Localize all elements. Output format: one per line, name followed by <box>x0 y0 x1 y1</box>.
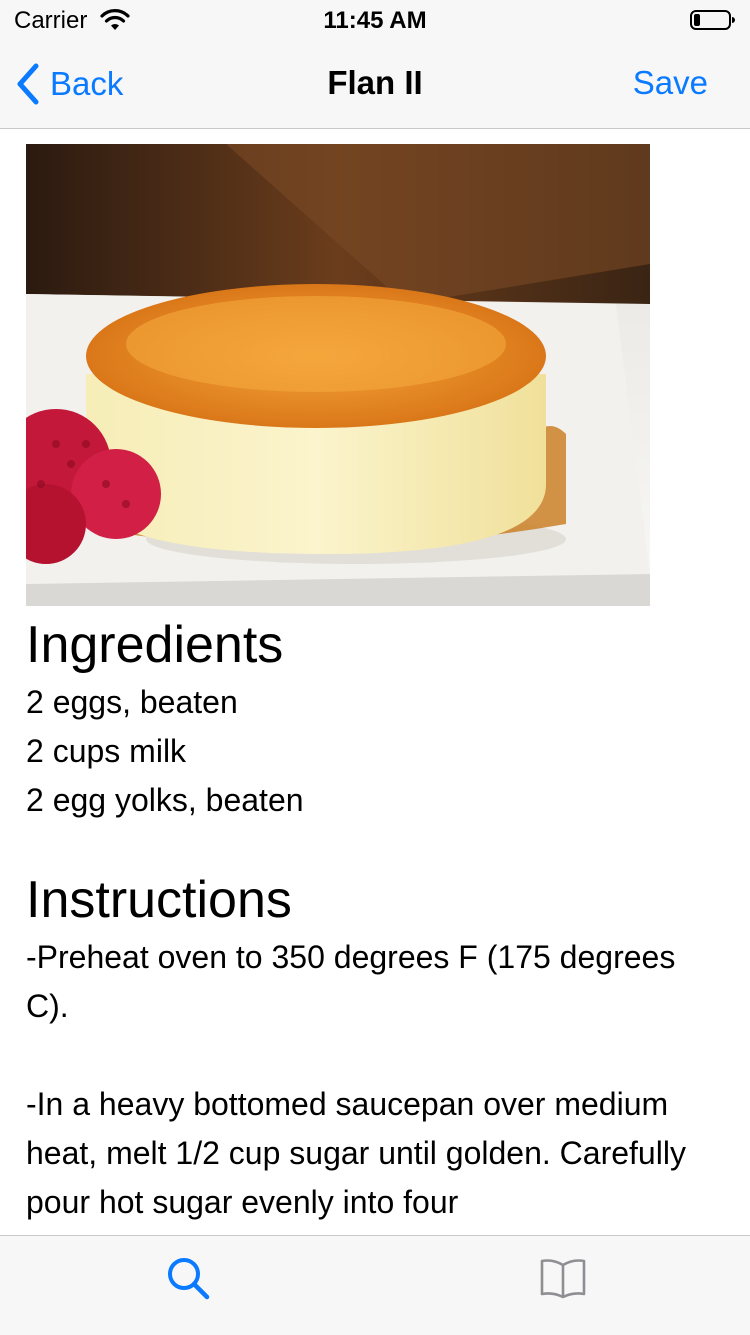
instruction-step: -Preheat oven to 350 degrees F (175 degr… <box>26 939 676 1024</box>
ingredient-item: 2 egg yolks, beaten <box>26 782 304 818</box>
book-icon[interactable] <box>539 1256 587 1300</box>
save-button[interactable]: Save <box>633 64 708 102</box>
instructions-heading: Instructions <box>26 871 292 929</box>
instruction-step: -In a heavy bottomed saucepan over mediu… <box>26 1086 686 1220</box>
ingredients-heading: Ingredients <box>26 616 284 674</box>
ingredient-item: 2 eggs, beaten <box>26 684 238 720</box>
tab-bar <box>0 1235 750 1335</box>
recipe-photo <box>26 144 650 606</box>
recipe-content[interactable]: Ingredients 2 eggs, beaten 2 cups milk 2… <box>0 129 750 1235</box>
status-bar: Carrier 11:45 AM <box>0 0 750 40</box>
recipe-text: Ingredients 2 eggs, beaten 2 cups milk 2… <box>26 612 726 1227</box>
ingredient-item: 2 cups milk <box>26 733 187 769</box>
search-icon[interactable] <box>166 1256 210 1300</box>
battery-icon <box>690 10 735 30</box>
clock: 11:45 AM <box>323 7 427 34</box>
navigation-bar: Back Flan II Save <box>0 40 750 129</box>
